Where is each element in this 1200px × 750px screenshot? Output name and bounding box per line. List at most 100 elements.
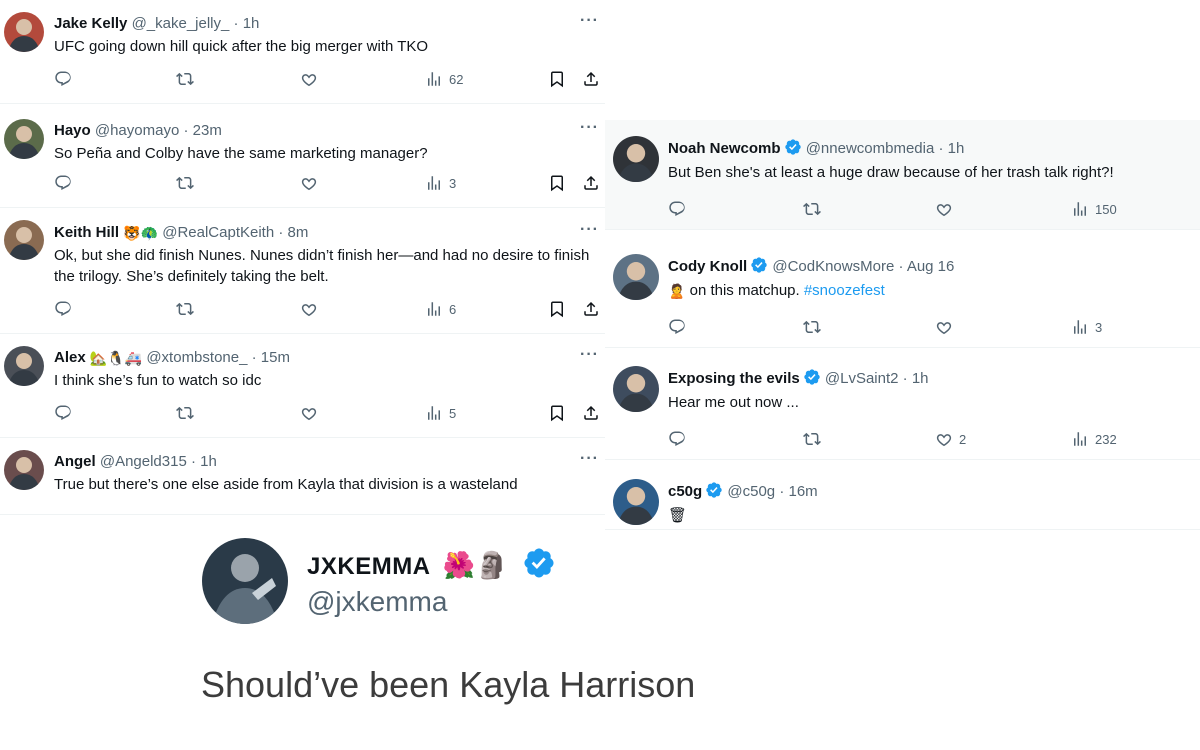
like-button[interactable]: [300, 300, 324, 318]
author-handle[interactable]: @CodKnowsMore: [772, 258, 894, 275]
bookmark-button[interactable]: [548, 404, 566, 422]
hashtag-link[interactable]: #snoozefest: [804, 282, 885, 299]
tweet-card[interactable]: Keith Hill 🐯🦚 @RealCaptKeith · 8m ··· Ok, …: [0, 208, 605, 334]
author-handle[interactable]: @nnewcombmedia: [806, 140, 935, 157]
author-name[interactable]: Exposing the evils: [668, 370, 800, 387]
avatar[interactable]: [613, 366, 659, 412]
timestamp[interactable]: 1h: [200, 453, 217, 470]
views-button[interactable]: 150: [1071, 200, 1117, 218]
views-button[interactable]: 62: [425, 70, 463, 88]
author-handle[interactable]: @c50g: [727, 483, 775, 500]
share-button[interactable]: [582, 70, 600, 88]
views-button[interactable]: 6: [425, 300, 456, 318]
views-icon: [428, 302, 440, 316]
author-handle[interactable]: @Angeld315: [100, 453, 187, 470]
more-icon[interactable]: ···: [580, 346, 599, 364]
views-button[interactable]: 232: [1071, 430, 1117, 448]
bookmark-button[interactable]: [548, 300, 566, 318]
like-button[interactable]: 2: [935, 430, 966, 448]
reply-button[interactable]: [54, 300, 72, 318]
views-button[interactable]: 5: [425, 404, 456, 422]
author-name[interactable]: Alex: [54, 349, 86, 366]
featured-tweet[interactable]: JXKEMMA 🌺🗿 @jxkemma Should’ve been Kayla…: [195, 530, 795, 730]
author-handle[interactable]: @hayomayo: [95, 122, 179, 139]
retweet-button[interactable]: [803, 200, 821, 218]
retweet-button[interactable]: [803, 318, 821, 336]
author-name[interactable]: Cody Knoll: [668, 258, 747, 275]
tweet-card[interactable]: c50g @c50g · 16m 🗑: [605, 463, 1200, 530]
timestamp[interactable]: Aug 16: [907, 258, 955, 275]
avatar[interactable]: [4, 346, 44, 386]
author-name[interactable]: c50g: [668, 483, 702, 500]
retweet-icon: [176, 406, 194, 420]
reply-button[interactable]: [54, 174, 72, 192]
bookmark-button[interactable]: [548, 70, 566, 88]
tweet-text: UFC going down hill quick after the big …: [54, 38, 429, 55]
share-button[interactable]: [582, 174, 600, 192]
tweet-card[interactable]: Hayo @hayomayo · 23m ··· So Peña and Colby…: [0, 104, 605, 208]
like-button[interactable]: [300, 174, 324, 192]
timestamp[interactable]: 23m: [193, 122, 222, 139]
avatar[interactable]: [613, 479, 659, 525]
more-icon[interactable]: ···: [580, 450, 599, 468]
avatar[interactable]: [4, 450, 44, 490]
timestamp[interactable]: 15m: [261, 349, 290, 366]
avatar[interactable]: [4, 220, 44, 260]
featured-handle[interactable]: @jxkemma: [307, 586, 447, 618]
retweet-button[interactable]: [176, 300, 194, 318]
like-button[interactable]: [935, 318, 959, 336]
retweet-button[interactable]: [803, 430, 821, 448]
timestamp[interactable]: 16m: [788, 483, 817, 500]
reply-button[interactable]: [54, 404, 72, 422]
like-button[interactable]: [300, 70, 324, 88]
tweet-card[interactable]: Noah Newcomb @nnewcombmedia · 1h But Ben …: [605, 120, 1200, 230]
tweet-card[interactable]: Alex 🏡🐧🚑 @xtombstone_ · 15m ··· I think sh…: [0, 334, 605, 438]
avatar-image: [4, 346, 44, 386]
avatar[interactable]: [4, 119, 44, 159]
reply-button[interactable]: [54, 70, 72, 88]
author-handle[interactable]: @xtombstone_: [146, 349, 247, 366]
view-count: 3: [449, 175, 457, 191]
author-name[interactable]: Jake Kelly: [54, 15, 127, 32]
view-count: 62: [449, 71, 464, 87]
timestamp[interactable]: 8m: [288, 224, 309, 241]
more-icon[interactable]: ···: [580, 12, 599, 30]
avatar[interactable]: [4, 12, 44, 52]
author-name[interactable]: Noah Newcomb: [668, 140, 781, 157]
bookmark-button[interactable]: [548, 174, 566, 192]
views-button[interactable]: 3: [425, 174, 456, 192]
avatar[interactable]: [613, 136, 659, 182]
views-button[interactable]: 3: [1071, 318, 1102, 336]
retweet-button[interactable]: [176, 404, 194, 422]
share-button[interactable]: [582, 300, 600, 318]
timestamp[interactable]: 1h: [912, 370, 929, 387]
more-icon[interactable]: ···: [580, 119, 599, 137]
reply-button[interactable]: [668, 318, 686, 336]
tweet-card[interactable]: Angel @Angeld315 · 1h ··· True but there’s…: [0, 438, 605, 515]
avatar[interactable]: [202, 538, 288, 624]
timestamp[interactable]: 1h: [243, 15, 260, 32]
verified-icon: [706, 482, 722, 498]
author-name[interactable]: Keith Hill: [54, 224, 119, 241]
like-button[interactable]: [935, 200, 959, 218]
verified-icon: [524, 548, 554, 578]
timestamp[interactable]: 1h: [948, 140, 965, 157]
reply-button[interactable]: [668, 430, 686, 448]
reply-button[interactable]: [668, 200, 686, 218]
bookmark-icon: [551, 175, 563, 192]
like-button[interactable]: [300, 404, 324, 422]
more-icon[interactable]: ···: [580, 221, 599, 239]
retweet-button[interactable]: [176, 70, 194, 88]
retweet-button[interactable]: [176, 174, 194, 192]
author-handle[interactable]: @RealCaptKeith: [162, 224, 274, 241]
tweet-card[interactable]: Cody Knoll @CodKnowsMore · Aug 16 🙎 on th…: [605, 238, 1200, 348]
share-button[interactable]: [582, 404, 600, 422]
author-handle[interactable]: @LvSaint2: [825, 370, 899, 387]
avatar[interactable]: [613, 254, 659, 300]
tweet-card[interactable]: Exposing the evils @LvSaint2 · 1h Hear me…: [605, 350, 1200, 460]
featured-name[interactable]: JXKEMMA 🌺🗿: [307, 546, 556, 581]
author-name[interactable]: Hayo: [54, 122, 91, 139]
author-handle[interactable]: @_kake_jelly_: [132, 15, 230, 32]
author-name[interactable]: Angel: [54, 453, 96, 470]
tweet-card[interactable]: Jake Kelly @_kake_jelly_ · 1h ··· UFC goin…: [0, 0, 605, 104]
